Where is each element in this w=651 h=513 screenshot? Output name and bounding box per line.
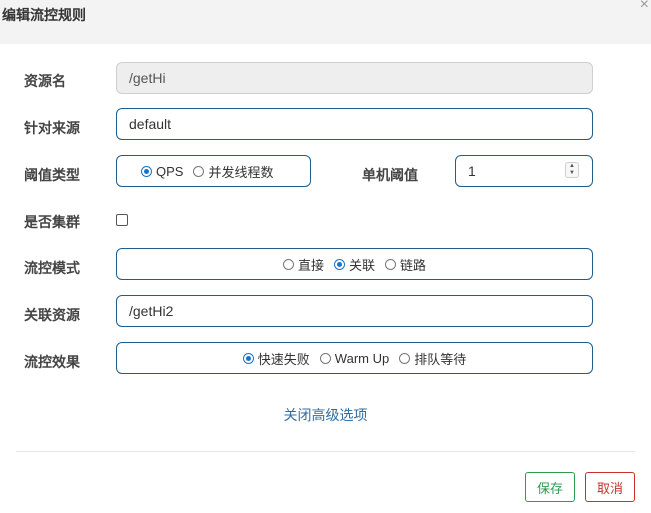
behavior-radio-warm-up[interactable]: Warm Up bbox=[319, 350, 390, 366]
cancel-button[interactable]: 取消 bbox=[585, 472, 635, 502]
control-behavior-label: 流控效果 bbox=[24, 354, 80, 370]
cluster-label: 是否集群 bbox=[24, 214, 80, 230]
save-button[interactable]: 保存 bbox=[525, 472, 575, 502]
strategy-radio-direct[interactable]: 直接 bbox=[282, 255, 324, 274]
radio-selected-icon bbox=[242, 352, 254, 364]
resource-label: 资源名 bbox=[24, 73, 66, 89]
radio-label: 关联 bbox=[348, 257, 375, 273]
spinner-icon[interactable]: ▲ ▼ bbox=[565, 162, 579, 178]
radio-label: 直接 bbox=[297, 257, 324, 273]
radio-label: QPS bbox=[156, 163, 184, 179]
dialog-title: 编辑流控规则 bbox=[2, 7, 86, 23]
strategy-radio-relate[interactable]: 关联 bbox=[333, 255, 375, 274]
radio-label: 排队等待 bbox=[414, 351, 467, 367]
strategy-radio-chain[interactable]: 链路 bbox=[385, 255, 426, 274]
behavior-radio-queue[interactable]: 排队等待 bbox=[399, 349, 466, 368]
radio-selected-icon bbox=[333, 258, 345, 270]
radio-unselected-icon bbox=[385, 258, 396, 270]
strategy-label: 流控模式 bbox=[24, 260, 80, 276]
cluster-checkbox[interactable] bbox=[116, 214, 128, 226]
behavior-radio-fast-fail[interactable]: 快速失败 bbox=[242, 349, 310, 368]
grade-radio-qps[interactable]: QPS bbox=[141, 164, 183, 179]
ref-resource-label: 关联资源 bbox=[24, 307, 80, 323]
strategy-radio-group: 直接 关联 链路 bbox=[116, 248, 593, 280]
count-label: 单机阈值 bbox=[362, 167, 418, 183]
grade-label: 阈值类型 bbox=[24, 167, 80, 183]
ref-resource-input[interactable] bbox=[116, 295, 593, 327]
radio-label: 并发线程数 bbox=[208, 164, 274, 180]
radio-selected-icon bbox=[141, 165, 152, 177]
radio-label: 链路 bbox=[400, 257, 427, 273]
close-icon[interactable]: × bbox=[640, 0, 649, 14]
edit-flow-rule-dialog: 编辑流控规则 × 资源名 针对来源 阈值类型 QPS 并发线程数 单机阈值 ▲▼… bbox=[0, 0, 651, 513]
count-field: ▲▼ bbox=[455, 155, 593, 187]
control-behavior-radio-group: 快速失败 Warm Up 排队等待 bbox=[116, 342, 593, 374]
radio-unselected-icon bbox=[399, 352, 411, 364]
close-advanced-options-link[interactable]: 关闭高级选项 bbox=[0, 405, 651, 425]
radio-label: Warm Up bbox=[334, 350, 390, 366]
radio-unselected-icon bbox=[193, 165, 205, 177]
grade-radio-thread[interactable]: 并发线程数 bbox=[193, 162, 273, 181]
limit-app-label: 针对来源 bbox=[24, 120, 80, 136]
limit-app-input[interactable] bbox=[116, 108, 593, 140]
resource-input[interactable] bbox=[116, 62, 593, 94]
radio-label: 快速失败 bbox=[257, 351, 310, 367]
radio-unselected-icon bbox=[282, 258, 294, 270]
footer-divider bbox=[16, 451, 635, 452]
grade-radio-group: QPS 并发线程数 bbox=[116, 155, 311, 187]
radio-unselected-icon bbox=[319, 352, 331, 364]
dialog-header: 编辑流控规则 × bbox=[0, 0, 651, 44]
